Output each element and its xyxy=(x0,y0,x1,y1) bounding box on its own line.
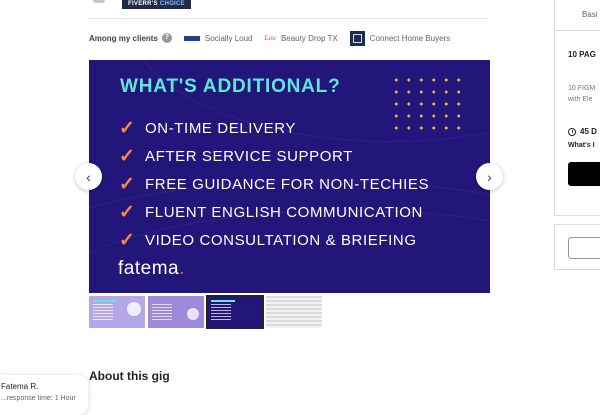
thumbnail-graphic xyxy=(211,300,235,302)
feature-text: ON-TIME DELIVERY xyxy=(145,119,297,137)
clock-icon xyxy=(568,127,576,136)
fiverrs-choice-badge: FIVERR'S CHOICE xyxy=(122,0,191,9)
tab-basic[interactable]: Basi xyxy=(582,10,598,19)
client-name: Beauty Drop TX xyxy=(280,33,338,43)
thumbnail-3-selected[interactable] xyxy=(206,295,264,329)
badge-part1: FIVERR'S xyxy=(128,1,158,7)
feature-item: ✓ FREE GUIDANCE FOR NON-TECHIES xyxy=(119,170,429,198)
seller-response-time: ...response time: 1 Hour xyxy=(1,395,76,402)
contact-me-button[interactable] xyxy=(568,237,600,259)
continue-button[interactable] xyxy=(568,162,600,186)
wordpress-icon xyxy=(187,308,199,320)
badge-part2: CHOICE xyxy=(159,1,185,7)
package-description: 10 FIGM xyxy=(568,85,596,92)
package-title: 10 PAG xyxy=(568,50,596,59)
tab-divider xyxy=(554,30,600,31)
check-icon: ✓ xyxy=(119,201,136,223)
check-icon: ✓ xyxy=(119,145,136,167)
gig-main-image[interactable]: WHAT'S ADDITIONAL? ✓ ON-TIME DELIVERY ✓ AF… xyxy=(89,60,490,293)
divider xyxy=(89,18,487,19)
socially-loud-logo-icon xyxy=(183,35,200,41)
delivery-time-text: 45 D xyxy=(580,127,597,136)
thumbnail-4[interactable] xyxy=(266,296,322,328)
feature-item: ✓ AFTER SERVICE SUPPORT xyxy=(119,142,429,170)
whats-included[interactable]: What's I xyxy=(568,142,595,149)
thumbnail-graphic xyxy=(93,300,117,302)
client-name: Connect Home Buyers xyxy=(369,33,451,43)
check-icon: ✓ xyxy=(119,173,136,195)
feature-list: ✓ ON-TIME DELIVERY ✓ AFTER SERVICE SUPPORT… xyxy=(119,114,429,254)
brand-name: fatema xyxy=(118,258,180,279)
section-title-about: About this gig xyxy=(89,369,170,383)
feature-text: FREE GUIDANCE FOR NON-TECHIES xyxy=(145,175,430,193)
thumbnail-graphic xyxy=(93,304,113,320)
check-icon: ✓ xyxy=(119,117,136,139)
feature-item: ✓ FLUENT ENGLISH COMMUNICATION xyxy=(119,198,429,226)
client-name: Socially Loud xyxy=(204,33,253,43)
thumbnail-graphic xyxy=(152,304,172,320)
seller-name: Fatema R. xyxy=(1,382,39,391)
chevron-right-icon: › xyxy=(487,168,492,185)
client-connect-home-buyers[interactable]: Connect Home Buyers xyxy=(349,30,451,46)
help-icon[interactable]: ? xyxy=(161,33,172,43)
client-socially-loud[interactable]: Socially Loud xyxy=(183,33,253,43)
thumbnail-graphic xyxy=(211,304,231,320)
thumbnail-graphic xyxy=(127,302,141,316)
package-description: with Ele xyxy=(568,96,593,103)
clients-label: Among my clients xyxy=(89,33,158,43)
feature-item: ✓ ON-TIME DELIVERY xyxy=(119,114,429,142)
beauty-drop-logo-icon: Lau xyxy=(264,34,276,42)
clients-row: Among my clients ? Socially Loud Lau Bea… xyxy=(89,30,451,46)
feature-text: AFTER SERVICE SUPPORT xyxy=(145,147,353,165)
connect-home-buyers-logo-icon xyxy=(349,30,365,46)
thumbnail-strip xyxy=(89,295,322,329)
next-button[interactable]: › xyxy=(476,163,503,190)
hero-title: WHAT'S ADDITIONAL? xyxy=(120,76,341,97)
chevron-left-icon: ‹ xyxy=(86,168,91,185)
feature-text: VIDEO CONSULTATION & BRIEFING xyxy=(145,231,417,249)
thumbnail-2[interactable] xyxy=(148,296,204,328)
thumbnail-1[interactable] xyxy=(89,296,145,328)
client-beauty-drop[interactable]: Lau Beauty Drop TX xyxy=(265,34,338,43)
feature-item: ✓ VIDEO CONSULTATION & BRIEFING xyxy=(119,226,429,254)
brand-logo: fatema. xyxy=(118,258,185,280)
brand-dot: . xyxy=(179,258,185,279)
feature-text: FLUENT ENGLISH COMMUNICATION xyxy=(145,203,423,221)
check-icon: ✓ xyxy=(119,229,136,251)
avatar xyxy=(93,0,105,3)
delivery-time: 45 D xyxy=(568,127,597,136)
previous-button[interactable]: ‹ xyxy=(75,163,102,190)
